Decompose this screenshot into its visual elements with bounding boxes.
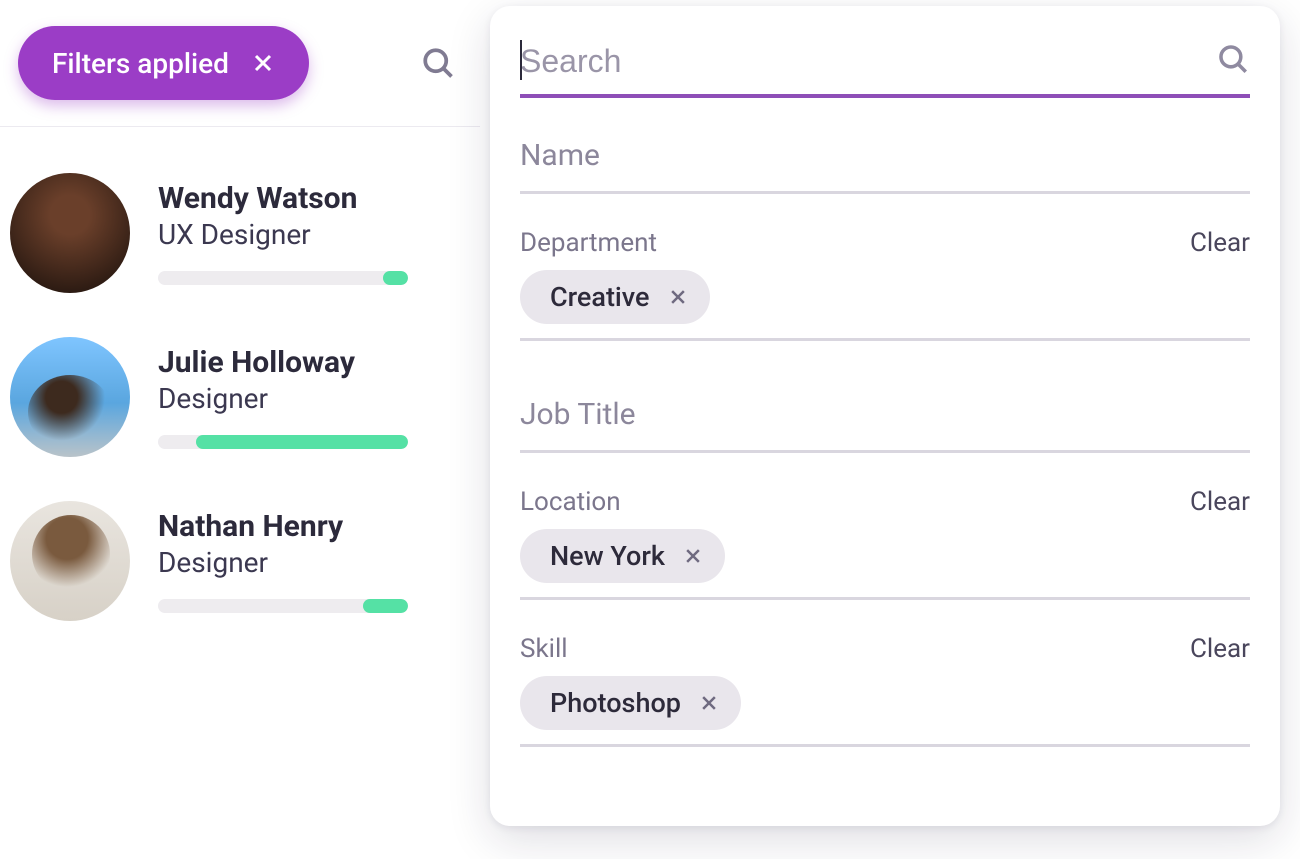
skill-field-label: Skill xyxy=(520,634,568,664)
panel-search[interactable] xyxy=(520,28,1250,98)
search-input[interactable] xyxy=(520,43,1204,80)
chip-label: New York xyxy=(550,540,665,572)
location-field: Location Clear New York xyxy=(520,487,1250,600)
avatar xyxy=(10,337,130,457)
location-clear-button[interactable]: Clear xyxy=(1190,487,1250,517)
person-name: Nathan Henry xyxy=(158,509,470,544)
skill-clear-button[interactable]: Clear xyxy=(1190,634,1250,664)
skill-chip-row: Photoshop xyxy=(520,676,1250,730)
person-title: Designer xyxy=(158,546,470,579)
person-info: Nathan Henry Designer xyxy=(158,501,470,613)
sidebar-header: Filters applied xyxy=(0,0,480,127)
close-icon[interactable] xyxy=(683,546,703,566)
field-underline xyxy=(520,191,1250,194)
sidebar: Filters applied Wendy Watson UX Designer xyxy=(0,0,480,859)
filters-chip-label: Filters applied xyxy=(52,47,229,80)
person-row[interactable]: Wendy Watson UX Designer xyxy=(10,151,470,315)
avatar xyxy=(10,501,130,621)
department-field: Department Clear Creative xyxy=(520,228,1250,341)
progress-fill xyxy=(196,435,409,449)
person-info: Julie Holloway Designer xyxy=(158,337,470,449)
job-title-field-label: Job Title xyxy=(520,397,1250,432)
people-list: Wendy Watson UX Designer Julie Holloway … xyxy=(0,127,480,643)
progress-fill xyxy=(363,599,408,613)
department-chip[interactable]: Creative xyxy=(520,270,710,324)
search-filter-panel: Name Department Clear Creative xyxy=(490,6,1280,826)
field-underline xyxy=(520,744,1250,747)
department-clear-button[interactable]: Clear xyxy=(1190,228,1250,258)
progress-bar xyxy=(158,271,408,285)
skill-chip[interactable]: Photoshop xyxy=(520,676,741,730)
department-field-label: Department xyxy=(520,228,657,258)
field-underline xyxy=(520,450,1250,453)
person-row[interactable]: Nathan Henry Designer xyxy=(10,479,470,643)
field-underline xyxy=(520,597,1250,600)
app: Filters applied Wendy Watson UX Designer xyxy=(0,0,1300,859)
progress-bar xyxy=(158,435,408,449)
chip-label: Photoshop xyxy=(550,687,681,719)
progress-fill xyxy=(383,271,408,285)
person-row[interactable]: Julie Holloway Designer xyxy=(10,315,470,479)
name-field[interactable]: Name xyxy=(520,138,1250,194)
location-chip[interactable]: New York xyxy=(520,529,725,583)
close-icon[interactable] xyxy=(668,287,688,307)
avatar xyxy=(10,173,130,293)
close-icon[interactable] xyxy=(251,51,275,75)
location-field-label: Location xyxy=(520,487,621,517)
close-icon[interactable] xyxy=(699,693,719,713)
person-title: Designer xyxy=(158,382,470,415)
progress-bar xyxy=(158,599,408,613)
chip-label: Creative xyxy=(550,281,650,313)
name-field-label: Name xyxy=(520,138,1250,173)
job-title-field[interactable]: Job Title xyxy=(520,397,1250,453)
filter-fields: Name Department Clear Creative xyxy=(520,138,1250,747)
skill-field: Skill Clear Photoshop xyxy=(520,634,1250,747)
person-name: Wendy Watson xyxy=(158,181,470,216)
filters-applied-chip[interactable]: Filters applied xyxy=(18,26,309,100)
search-icon[interactable] xyxy=(1216,42,1250,80)
person-info: Wendy Watson UX Designer xyxy=(158,173,470,285)
department-chip-row: Creative xyxy=(520,270,1250,324)
person-title: UX Designer xyxy=(158,218,470,251)
field-underline xyxy=(520,338,1250,341)
person-name: Julie Holloway xyxy=(158,345,470,380)
sidebar-search-button[interactable] xyxy=(416,41,460,85)
location-chip-row: New York xyxy=(520,529,1250,583)
text-caret xyxy=(520,40,522,80)
